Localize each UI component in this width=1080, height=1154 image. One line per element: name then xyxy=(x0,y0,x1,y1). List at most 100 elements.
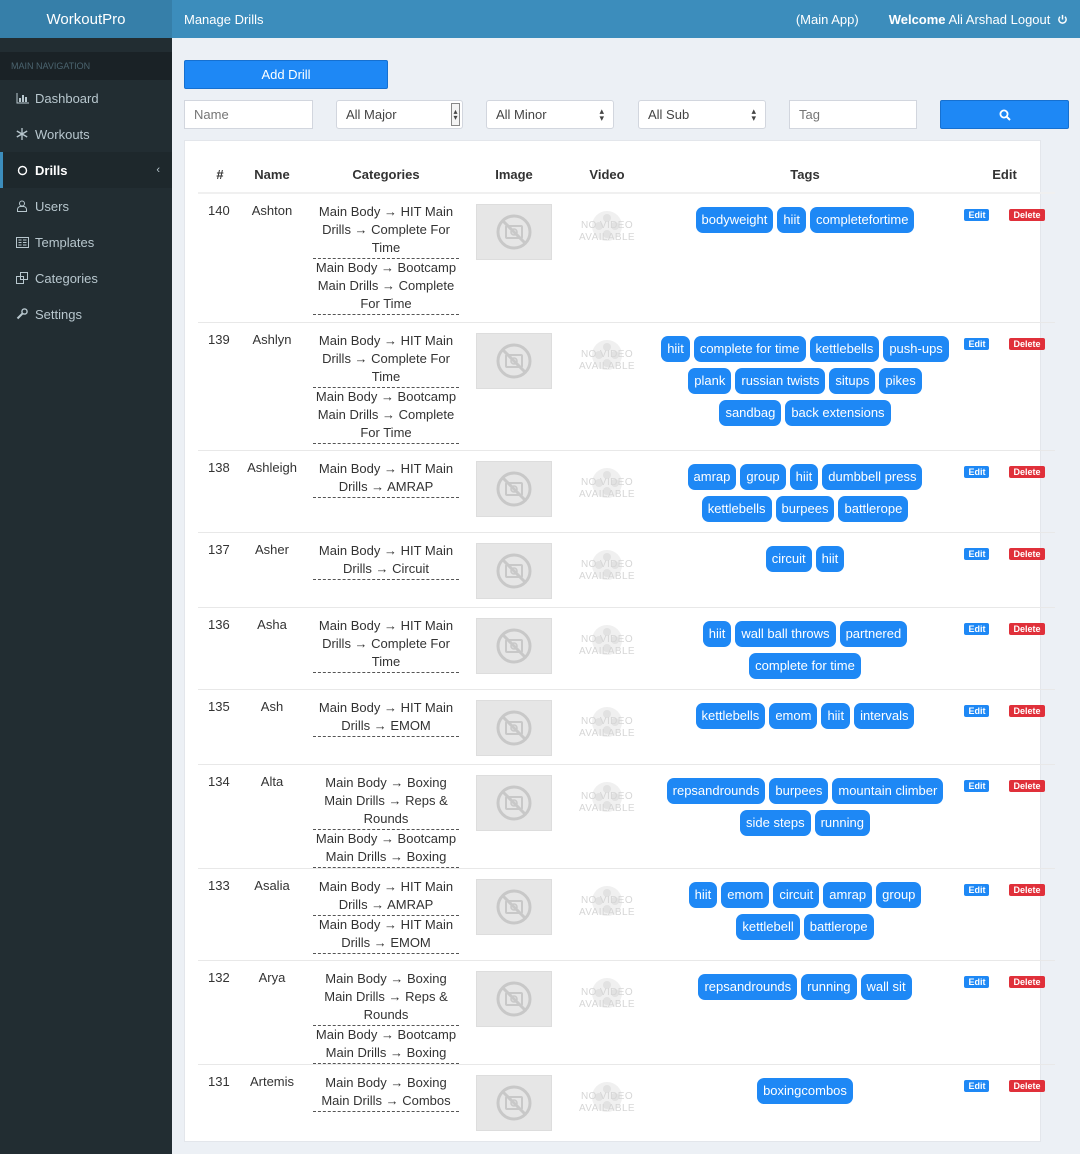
tag-pill[interactable]: kettlebells xyxy=(695,702,766,729)
delete-button[interactable]: Delete xyxy=(1009,704,1045,717)
tag-pill[interactable]: hiit xyxy=(688,881,718,908)
tag-pill[interactable]: pikes xyxy=(879,367,922,394)
sidebar-item-drills[interactable]: Drills ‹ xyxy=(0,152,172,188)
tag-pill[interactable]: complete for time xyxy=(749,652,861,679)
bar-chart-icon xyxy=(15,91,29,105)
tag-pill[interactable]: dumbbell press xyxy=(822,463,923,490)
tag-pill[interactable]: hiit xyxy=(777,207,806,233)
delete-button[interactable]: Delete xyxy=(1009,883,1045,896)
tag-pill[interactable]: complete for time xyxy=(693,335,806,362)
tag-pill[interactable]: running xyxy=(801,973,857,1000)
delete-button[interactable]: Delete xyxy=(1009,465,1045,478)
tag-pill[interactable]: circuit xyxy=(765,545,812,572)
delete-button[interactable]: Delete xyxy=(1009,1079,1045,1092)
tag-pill[interactable]: emom xyxy=(721,881,770,908)
sidebar-item-dashboard[interactable]: Dashboard xyxy=(0,80,172,116)
tag-pill[interactable]: partnered xyxy=(839,620,908,647)
tag-pill[interactable]: completefortime xyxy=(809,207,915,233)
sidebar-item-workouts[interactable]: Workouts xyxy=(0,116,172,152)
tag-pill[interactable]: side steps xyxy=(740,809,811,836)
edit-button[interactable]: Edit xyxy=(964,1079,990,1092)
logout-link[interactable]: Logout xyxy=(1011,12,1051,27)
major-select[interactable]: All Major ▴ ▾ xyxy=(336,100,463,129)
edit-button[interactable]: Edit xyxy=(964,975,990,988)
edit-button[interactable]: Edit xyxy=(964,883,990,896)
tag-pill[interactable]: running xyxy=(814,809,870,836)
tag-pill[interactable]: hiit xyxy=(661,335,690,362)
drill-tags: repsandrounds burpees mountain climber side… xyxy=(656,764,954,869)
tag-pill[interactable]: wall ball throws xyxy=(735,620,836,647)
tag-pill[interactable]: amrap xyxy=(687,463,737,490)
edit-button[interactable]: Edit xyxy=(964,622,990,635)
tag-list: repsandrounds burpees mountain climber side… xyxy=(660,774,950,836)
delete-button[interactable]: Delete xyxy=(1009,209,1045,221)
category-path: Main Body → HIT Main Drills → Complete F… xyxy=(313,617,459,673)
table-row: 134 Alta Main Body → Boxing Main Drills → … xyxy=(198,764,1055,869)
select-arrows-icon: ▴ ▾ xyxy=(451,103,460,126)
tag-pill[interactable]: wall sit xyxy=(860,973,912,1000)
tag-pill[interactable]: kettlebells xyxy=(809,335,880,362)
category-path: Main Body → Bootcamp Main Drills → Compl… xyxy=(313,259,459,315)
top-bar: Manage Drills (Main App) Welcome Ali Ars… xyxy=(172,0,1080,38)
tag-pill[interactable]: hiit xyxy=(821,702,851,729)
sidebar-item-categories[interactable]: Categories xyxy=(0,260,172,296)
add-drill-button[interactable]: Add Drill xyxy=(184,60,388,89)
tag-pill[interactable]: hiit xyxy=(815,545,845,572)
image-placeholder xyxy=(476,774,552,831)
tag-pill[interactable]: russian twists xyxy=(735,367,826,394)
edit-button[interactable]: Edit xyxy=(964,337,990,350)
sidebar-item-settings[interactable]: Settings xyxy=(0,296,172,332)
search-button[interactable] xyxy=(940,100,1069,129)
drill-categories: Main Body → Boxing Main Drills → Reps & … xyxy=(302,960,470,1065)
tag-pill[interactable]: repsandrounds xyxy=(666,777,766,804)
tag-pill[interactable]: repsandrounds xyxy=(698,973,798,1000)
tag-pill[interactable]: hiit xyxy=(789,463,819,490)
minor-select[interactable]: All Minor ▴ ▾ xyxy=(486,100,614,129)
tag-pill[interactable]: circuit xyxy=(773,881,820,908)
tag-pill[interactable]: boxingcombos xyxy=(757,1077,853,1104)
sidebar-item-templates[interactable]: Templates xyxy=(0,224,172,260)
tag-pill[interactable]: bodyweight xyxy=(695,207,774,233)
tag-pill[interactable]: group xyxy=(740,463,786,490)
brand-logo[interactable]: WorkoutPro xyxy=(0,0,172,38)
power-icon[interactable] xyxy=(1057,14,1068,25)
tag-pill[interactable]: push-ups xyxy=(883,335,949,362)
name-filter-input[interactable] xyxy=(184,100,313,129)
tag-pill[interactable]: kettlebells xyxy=(701,495,772,522)
delete-button[interactable]: Delete xyxy=(1009,975,1045,988)
tag-pill[interactable]: group xyxy=(876,881,922,908)
tag-pill[interactable]: mountain climber xyxy=(832,777,944,804)
tag-pill[interactable]: battlerope xyxy=(838,495,909,522)
tag-pill[interactable]: emom xyxy=(769,702,818,729)
delete-button[interactable]: Delete xyxy=(1009,779,1045,792)
select-arrows-icon: ▴ ▾ xyxy=(599,106,604,123)
tag-pill[interactable]: battlerope xyxy=(803,913,874,940)
tag-pill[interactable]: back extensions xyxy=(785,399,891,426)
tag-pill[interactable]: hiit xyxy=(702,620,732,647)
sub-select[interactable]: All Sub ▴ ▾ xyxy=(638,100,766,129)
edit-button[interactable]: Edit xyxy=(964,209,990,221)
edit-button[interactable]: Edit xyxy=(964,547,990,560)
tag-pill[interactable]: situps xyxy=(829,367,876,394)
delete-button[interactable]: Delete xyxy=(1009,337,1045,350)
tag-filter-input[interactable] xyxy=(789,100,917,129)
drill-image-cell xyxy=(470,1064,558,1154)
category-path: Main Body → HIT Main Drills → Circuit xyxy=(313,542,459,580)
tag-pill[interactable]: burpees xyxy=(775,495,835,522)
table-row: 135 Ash Main Body → HIT Main Drills → EMOM… xyxy=(198,689,1055,765)
delete-button[interactable]: Delete xyxy=(1009,547,1045,560)
tag-pill[interactable]: sandbag xyxy=(719,399,782,426)
tag-pill[interactable]: kettlebell xyxy=(736,913,800,940)
tag-pill[interactable]: intervals xyxy=(854,702,915,729)
main-app-link[interactable]: (Main App) xyxy=(796,12,859,27)
sidebar-item-users[interactable]: Users xyxy=(0,188,172,224)
tag-pill[interactable]: burpees xyxy=(769,777,829,804)
column-header: # xyxy=(198,156,242,194)
delete-button[interactable]: Delete xyxy=(1009,622,1045,635)
edit-button[interactable]: Edit xyxy=(964,779,990,792)
drill-actions: Edit Delete xyxy=(954,868,1055,961)
tag-pill[interactable]: plank xyxy=(688,367,732,394)
edit-button[interactable]: Edit xyxy=(964,704,990,717)
edit-button[interactable]: Edit xyxy=(964,465,990,478)
tag-pill[interactable]: amrap xyxy=(823,881,873,908)
